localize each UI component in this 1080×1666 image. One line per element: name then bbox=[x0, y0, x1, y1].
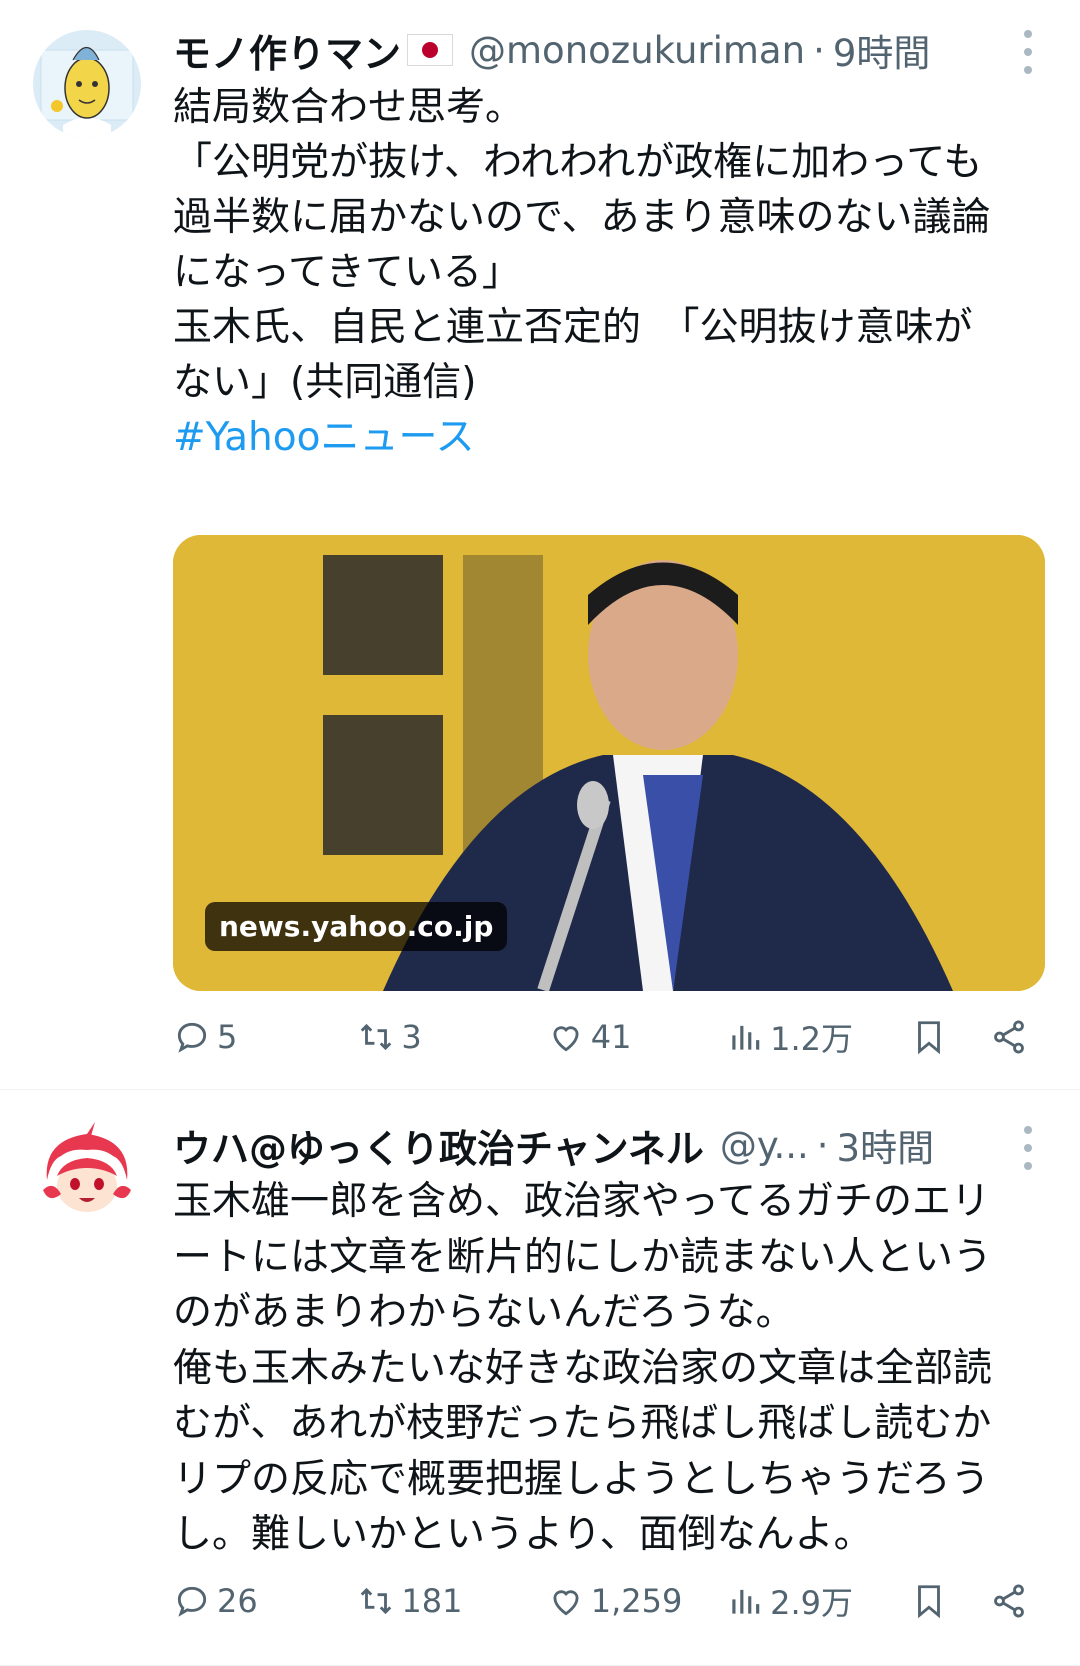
bookmark-button[interactable] bbox=[910, 1582, 990, 1620]
text-line: 「公明党が抜け、われわれが政権に加わっても bbox=[173, 140, 983, 185]
share-button[interactable] bbox=[990, 1018, 1040, 1056]
heart-icon bbox=[553, 1590, 579, 1616]
action-bar: 5 3 41 1.2万 bbox=[173, 1012, 1040, 1062]
more-options-icon[interactable] bbox=[1016, 1126, 1040, 1170]
retweet-count: 3 bbox=[401, 1018, 422, 1056]
text-line: 玉木氏、自民と連立否定的 「公明抜け意味が bbox=[173, 305, 973, 350]
link-card[interactable]: news.yahoo.co.jp bbox=[173, 535, 1045, 991]
text-line: のがあまりわからないんだろうな。 bbox=[173, 1290, 795, 1335]
share-icon bbox=[994, 1584, 1025, 1618]
author-name[interactable]: ウハ@ゆっくり政治チャンネル bbox=[173, 1120, 704, 1171]
view-count: 2.9万 bbox=[770, 1584, 853, 1622]
separator: · bbox=[813, 28, 825, 72]
timestamp[interactable]: 9時間 bbox=[833, 25, 931, 75]
timestamp[interactable]: 3時間 bbox=[837, 1120, 935, 1170]
reply-count: 26 bbox=[217, 1582, 258, 1620]
action-bar: 26 181 1,259 2.9万 bbox=[173, 1576, 1040, 1626]
views-button[interactable]: 1.2万 bbox=[726, 1014, 910, 1060]
text-line: リプの反応で概要把握しようとしちゃうだろう bbox=[173, 1456, 990, 1502]
more-options-icon[interactable] bbox=[1016, 30, 1040, 74]
text-line: 過半数に届かないので、あまり意味のない議論 bbox=[173, 195, 991, 240]
tweet-text: 玉木雄一郎を含め、政治家やってるガチのエリ ートには文章を断片的にしか読まない人… bbox=[173, 1174, 1025, 1563]
text-line: ートには文章を断片的にしか読まない人という bbox=[173, 1234, 993, 1280]
share-button[interactable] bbox=[990, 1582, 1040, 1620]
separator: · bbox=[816, 1123, 829, 1167]
author-name[interactable]: モノ作りマン bbox=[173, 25, 401, 76]
reply-button[interactable]: 5 bbox=[173, 1018, 357, 1056]
reply-icon bbox=[177, 1586, 207, 1617]
hashtag-link[interactable]: #Yahooニュース bbox=[173, 410, 1025, 465]
text-line: 俺も玉木みたいな好きな政治家の文章は全部読 bbox=[173, 1345, 993, 1391]
share-icon bbox=[994, 1020, 1025, 1054]
text-line: になってきている」 bbox=[173, 250, 521, 295]
tweet[interactable]: ウハ@ゆっくり政治チャンネル @y... · 3時間 玉木雄一郎を含め、政治家や… bbox=[0, 1090, 1080, 1666]
views-chart-icon bbox=[732, 1589, 760, 1614]
heart-icon bbox=[553, 1026, 579, 1052]
retweet-icon bbox=[361, 1587, 392, 1615]
text-line: むが、あれが枝野だったら飛ばし飛ばし読むか bbox=[173, 1401, 992, 1446]
bookmark-icon bbox=[918, 1021, 941, 1055]
retweet-count: 181 bbox=[401, 1582, 463, 1620]
avatar[interactable] bbox=[33, 1120, 141, 1228]
text-line: ない」(共同通信) bbox=[173, 360, 477, 405]
like-count: 1,259 bbox=[590, 1582, 683, 1620]
retweet-button[interactable]: 3 bbox=[357, 1018, 546, 1056]
views-chart-icon bbox=[732, 1025, 760, 1050]
japan-flag-icon bbox=[407, 34, 454, 66]
like-button[interactable]: 41 bbox=[547, 1018, 726, 1056]
bookmark-icon bbox=[918, 1585, 941, 1619]
text-line: し。難しいかというより、面倒なんよ。 bbox=[173, 1512, 873, 1557]
reply-count: 5 bbox=[217, 1018, 238, 1056]
retweet-button[interactable]: 181 bbox=[357, 1582, 546, 1620]
tweet-text: 結局数合わせ思考。 「公明党が抜け、われわれが政権に加わっても 過半数に届かない… bbox=[173, 80, 1025, 465]
tweet-header: ウハ@ゆっくり政治チャンネル @y... · 3時間 bbox=[173, 1120, 1010, 1171]
bookmark-button[interactable] bbox=[910, 1018, 990, 1056]
reply-icon bbox=[177, 1022, 207, 1053]
tweet[interactable]: モノ作りマン @monozukuriman · 9時間 結局数合わせ思考。 「公… bbox=[0, 0, 1080, 1090]
reply-button[interactable]: 26 bbox=[173, 1582, 357, 1620]
like-count: 41 bbox=[590, 1018, 632, 1056]
views-button[interactable]: 2.9万 bbox=[726, 1578, 910, 1624]
author-handle[interactable]: @y... bbox=[720, 1124, 809, 1167]
tweet-header: モノ作りマン @monozukuriman · 9時間 bbox=[173, 25, 1010, 76]
retweet-icon bbox=[361, 1023, 392, 1051]
avatar[interactable] bbox=[33, 30, 141, 138]
like-button[interactable]: 1,259 bbox=[547, 1582, 726, 1620]
author-handle[interactable]: @monozukuriman bbox=[469, 29, 805, 72]
view-count: 1.2万 bbox=[770, 1020, 853, 1058]
text-line: 結局数合わせ思考。 bbox=[173, 85, 525, 130]
card-domain-badge: news.yahoo.co.jp bbox=[205, 902, 508, 951]
text-line: 玉木雄一郎を含め、政治家やってるガチのエリ bbox=[173, 1179, 991, 1224]
